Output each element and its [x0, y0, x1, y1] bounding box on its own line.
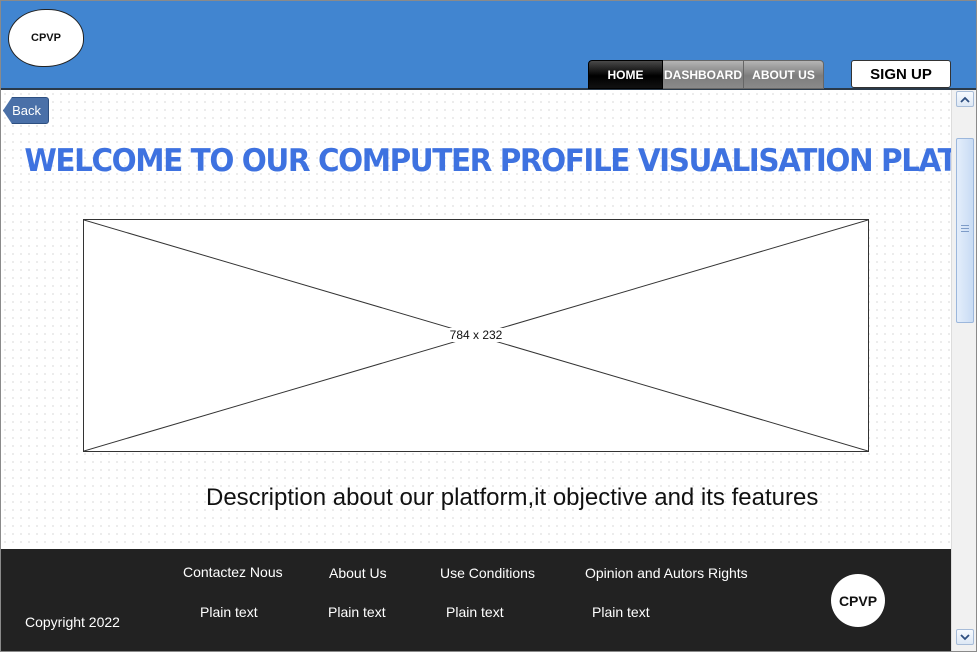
platform-description: Description about our platform,it object… — [206, 484, 819, 511]
scroll-down-button[interactable] — [956, 629, 974, 645]
chevron-up-icon — [960, 96, 970, 103]
nav-about-us-tab[interactable]: ABOUT US — [744, 60, 824, 89]
footer-link-contact[interactable]: Contactez Nous — [183, 564, 283, 580]
scroll-thumb[interactable] — [956, 138, 974, 323]
main-content: Back WELCOME TO OUR COMPUTER PROFILE VIS… — [1, 90, 977, 549]
top-header: CPVP HOME DASHBOARD ABOUT US SIGN UP — [1, 1, 976, 90]
chevron-down-icon — [960, 633, 970, 640]
footer-link-about-us[interactable]: About Us — [329, 565, 387, 581]
footer-logo: CPVP — [831, 574, 885, 627]
scroll-up-button[interactable] — [956, 91, 974, 107]
placeholder-size-label: 784 x 232 — [84, 328, 868, 342]
scroll-grip-icon — [961, 225, 969, 234]
footer-plain-text: Plain text — [592, 604, 650, 620]
image-placeholder: 784 x 232 — [83, 219, 869, 452]
footer-plain-text: Plain text — [446, 604, 504, 620]
back-button[interactable]: Back — [3, 97, 49, 124]
app-window: CPVP HOME DASHBOARD ABOUT US SIGN UP Bac… — [0, 0, 977, 652]
footer-link-use-conditions[interactable]: Use Conditions — [440, 565, 535, 581]
logo[interactable]: CPVP — [8, 9, 84, 67]
footer-link-opinion-rights[interactable]: Opinion and Autors Rights — [585, 565, 748, 581]
nav-home-tab[interactable]: HOME — [588, 60, 663, 89]
vertical-scrollbar[interactable] — [951, 90, 976, 651]
main-nav: HOME DASHBOARD ABOUT US — [588, 60, 824, 89]
nav-dashboard-tab[interactable]: DASHBOARD — [663, 60, 744, 89]
copyright-text: Copyright 2022 — [25, 614, 120, 630]
footer-plain-text: Plain text — [328, 604, 386, 620]
sign-up-button[interactable]: SIGN UP — [851, 60, 951, 88]
footer-plain-text: Plain text — [200, 604, 258, 620]
placeholder-size-text: 784 x 232 — [446, 328, 506, 342]
page-footer: Contactez Nous About Us Use Conditions O… — [1, 549, 951, 651]
page-title: WELCOME TO OUR COMPUTER PROFILE VISUALIS… — [24, 143, 977, 179]
